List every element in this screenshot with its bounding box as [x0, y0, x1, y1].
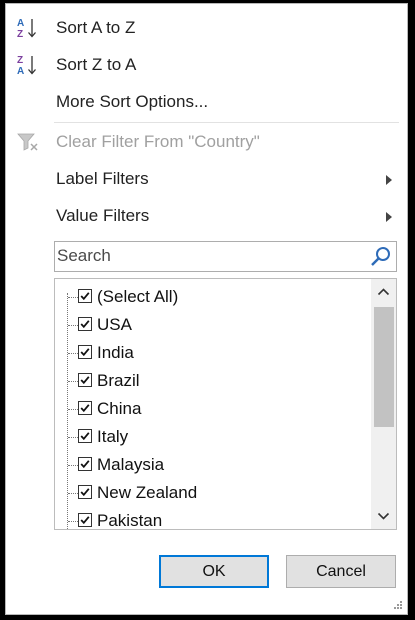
list-item[interactable]: Malaysia	[55, 451, 371, 479]
sort-z-to-a-label: Sort Z to A	[56, 55, 137, 74]
filter-dropdown-panel: A Z Sort A to Z Z A Sort Z to A More Sor…	[5, 3, 408, 615]
search-icon[interactable]	[370, 246, 392, 268]
list-item[interactable]: Pakistan	[55, 507, 371, 530]
list-item[interactable]: (Select All)	[55, 283, 371, 311]
list-item-label: Brazil	[97, 371, 140, 390]
sort-z-to-a-item[interactable]: Z A Sort Z to A	[6, 47, 406, 83]
check-icon	[80, 320, 90, 329]
list-item[interactable]: India	[55, 339, 371, 367]
check-icon	[80, 460, 90, 469]
scroll-down-button[interactable]	[371, 503, 396, 529]
label-filters-label: Label Filters	[56, 169, 149, 188]
item-checkbox[interactable]	[78, 401, 92, 415]
check-icon	[80, 488, 90, 497]
more-sort-options-item[interactable]: More Sort Options...	[6, 84, 406, 120]
cancel-button[interactable]: Cancel	[286, 555, 396, 588]
value-filters-label: Value Filters	[56, 206, 150, 225]
value-list[interactable]: (Select All) USA India Brazil China Italy Mala…	[54, 278, 397, 530]
scroll-thumb[interactable]	[374, 307, 394, 427]
clear-filter-label: Clear Filter From "Country"	[56, 132, 260, 151]
check-icon	[80, 432, 90, 441]
menu-separator	[54, 122, 399, 123]
list-item-label: India	[97, 343, 134, 362]
item-checkbox[interactable]	[78, 317, 92, 331]
tree-branch	[68, 465, 78, 466]
list-item[interactable]: USA	[55, 311, 371, 339]
list-item-label: (Select All)	[97, 287, 179, 306]
chevron-down-icon	[377, 512, 390, 520]
list-item[interactable]: New Zealand	[55, 479, 371, 507]
svg-text:Z: Z	[17, 55, 23, 66]
check-icon	[80, 348, 90, 357]
tree-branch	[68, 297, 78, 298]
check-icon	[80, 292, 90, 301]
item-checkbox[interactable]	[78, 429, 92, 443]
more-sort-options-label: More Sort Options...	[56, 92, 209, 111]
scroll-up-button[interactable]	[371, 279, 396, 305]
list-item-label: China	[97, 399, 142, 418]
check-icon	[80, 376, 90, 385]
item-checkbox[interactable]	[78, 513, 92, 527]
item-checkbox[interactable]	[78, 457, 92, 471]
check-icon	[80, 516, 90, 525]
item-checkbox[interactable]	[78, 485, 92, 499]
resize-grip-icon[interactable]	[393, 600, 403, 610]
list-item[interactable]: China	[55, 395, 371, 423]
sort-ascending-icon: A Z	[16, 16, 40, 40]
tree-branch	[68, 437, 78, 438]
list-item-label: Malaysia	[97, 455, 165, 474]
search-field[interactable]	[54, 241, 397, 272]
submenu-arrow-icon	[386, 175, 392, 185]
list-item-label: Pakistan	[97, 511, 163, 530]
list-item-label: New Zealand	[97, 483, 198, 502]
svg-text:A: A	[17, 66, 24, 77]
tree-branch	[68, 409, 78, 410]
ok-button[interactable]: OK	[159, 555, 269, 588]
sort-a-to-z-label: Sort A to Z	[56, 18, 136, 37]
list-item[interactable]: Italy	[55, 423, 371, 451]
submenu-arrow-icon	[386, 212, 392, 222]
value-filters-item[interactable]: Value Filters	[6, 198, 406, 234]
tree-branch	[68, 381, 78, 382]
tree-branch	[68, 521, 78, 522]
chevron-up-icon	[377, 288, 390, 296]
list-item[interactable]: Brazil	[55, 367, 371, 395]
check-icon	[80, 404, 90, 413]
vertical-scrollbar[interactable]	[371, 279, 396, 529]
label-filters-item[interactable]: Label Filters	[6, 161, 406, 197]
sort-descending-icon: Z A	[16, 53, 40, 77]
sort-a-to-z-item[interactable]: A Z Sort A to Z	[6, 10, 406, 46]
tree-branch	[68, 353, 78, 354]
tree-branch	[68, 325, 78, 326]
item-checkbox[interactable]	[78, 373, 92, 387]
svg-text:A: A	[17, 18, 24, 29]
list-item-label: USA	[97, 315, 132, 334]
search-input[interactable]	[57, 244, 357, 268]
item-checkbox[interactable]	[78, 345, 92, 359]
item-checkbox[interactable]	[78, 289, 92, 303]
list-item-label: Italy	[97, 427, 129, 446]
clear-filter-icon	[16, 130, 40, 154]
clear-filter-item[interactable]: Clear Filter From "Country"	[6, 124, 406, 160]
tree-branch	[68, 493, 78, 494]
svg-text:Z: Z	[17, 29, 23, 40]
